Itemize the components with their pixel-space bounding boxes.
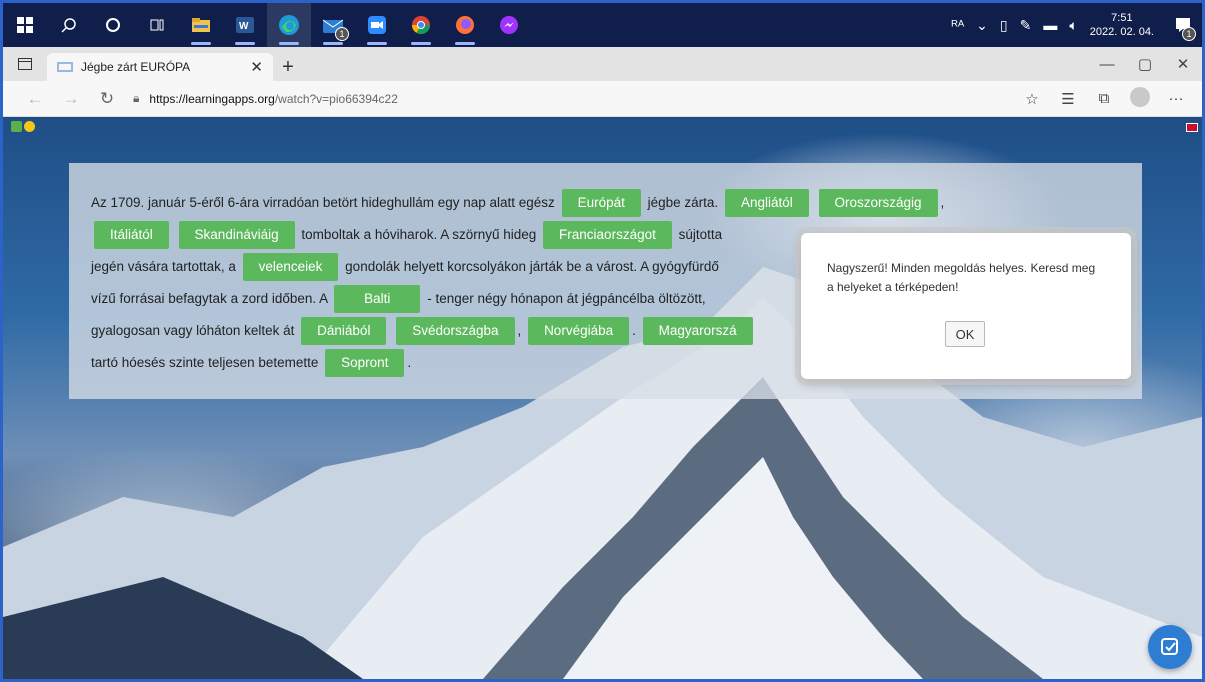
exercise-text: ,: [940, 195, 945, 210]
notifications-icon[interactable]: 1: [1164, 3, 1202, 47]
answer-chip[interactable]: Dániából: [301, 317, 387, 346]
profile-icon[interactable]: [1122, 86, 1158, 111]
volume-icon[interactable]: 🔈︎: [1069, 17, 1077, 34]
more-icon[interactable]: ···: [1158, 90, 1194, 107]
app-info-icon[interactable]: [11, 121, 22, 132]
dialog-message: Nagyszerű! Minden megoldás helyes. Keres…: [827, 261, 1096, 294]
url-path: /watch?v=pio66394c22: [274, 91, 398, 106]
zoom-icon[interactable]: [355, 3, 399, 47]
word-icon[interactable]: W: [223, 3, 267, 47]
firefox-icon[interactable]: [443, 3, 487, 47]
answer-chip[interactable]: Skandináviáig: [178, 221, 295, 250]
start-icon[interactable]: [3, 3, 47, 47]
tab-actions-icon[interactable]: [3, 47, 47, 81]
wifi-icon[interactable]: ▬: [1043, 17, 1057, 33]
hint-bulb-icon[interactable]: [24, 121, 35, 132]
windows-taskbar: W 1 ᴿᴬ ⌄ ▯ ✎ ▬ 🔈︎ 7:51 2022. 02. 04. 1: [3, 3, 1202, 47]
ok-button[interactable]: OK: [945, 321, 985, 347]
edge-icon[interactable]: [267, 3, 311, 47]
learningapps-page: Az 1709. január 5-éről 6-ára virradóan b…: [3, 117, 1202, 679]
clock[interactable]: 7:51 2022. 02. 04.: [1090, 11, 1154, 39]
clock-time: 7:51: [1111, 12, 1133, 24]
window-controls: — ▢ ✕: [1088, 47, 1202, 81]
answer-chip[interactable]: Balti: [334, 285, 421, 314]
file-explorer-icon[interactable]: [179, 3, 223, 47]
exercise-text: - tenger négy hónapon át jégpáncélba ölt…: [427, 291, 706, 306]
pen-icon[interactable]: ✎: [1020, 17, 1032, 34]
notification-badge: 1: [1182, 27, 1196, 41]
answer-chip[interactable]: velenceiek: [242, 253, 339, 282]
exercise-text: sújtotta: [678, 227, 723, 242]
messenger-icon[interactable]: [487, 3, 531, 47]
forward-icon[interactable]: →: [53, 89, 89, 109]
system-tray: ᴿᴬ ⌄ ▯ ✎ ▬ 🔈︎ 7:51 2022. 02. 04. 1: [946, 3, 1203, 47]
refresh-icon[interactable]: ↻: [89, 89, 125, 109]
answer-chip[interactable]: Franciaországot: [543, 221, 672, 250]
exercise-text: ,: [517, 323, 522, 338]
answer-chip[interactable]: Európát: [561, 189, 641, 218]
answer-chip[interactable]: Norvégiába: [528, 317, 630, 346]
collections-icon[interactable]: ⧉: [1086, 90, 1122, 107]
toolbar-right: ☆ ☰ ⧉ ···: [1014, 86, 1194, 111]
learningapps-favicon: [57, 62, 73, 72]
exercise-text: tartó hóesés szinte teljesen betemette: [91, 355, 319, 370]
new-tab-icon[interactable]: +: [273, 53, 303, 81]
favorite-star-icon[interactable]: ☆: [1014, 90, 1050, 108]
exercise-text: .: [407, 355, 412, 370]
exercise-text: jegén vására tartottak, a: [91, 259, 236, 274]
answer-chip[interactable]: Magyarorszá: [642, 317, 753, 346]
answer-chip[interactable]: Svédországba: [396, 317, 515, 346]
exercise-text: tomboltak a hóviharok. A szörnyű hideg: [301, 227, 537, 242]
chrome-icon[interactable]: [399, 3, 443, 47]
exercise-text: jégbe zárta.: [647, 195, 719, 210]
success-dialog: Nagyszerű! Minden megoldás helyes. Keres…: [801, 233, 1131, 379]
exercise-text: vízű forrásai befagytak a zord időben. A: [91, 291, 328, 306]
svg-text:W: W: [239, 21, 249, 32]
address-bar: ← → ↻ 🔒︎ https://learningapps.org/watch?…: [3, 81, 1202, 117]
check-answer-button[interactable]: [1148, 625, 1192, 669]
cortana-icon[interactable]: [91, 3, 135, 47]
mail-badge: 1: [335, 27, 349, 41]
app-corner-icons: [11, 121, 35, 132]
people-icon[interactable]: ᴿᴬ: [952, 17, 965, 33]
back-icon[interactable]: ←: [17, 89, 53, 109]
minimize-icon[interactable]: —: [1088, 56, 1126, 73]
answer-chip[interactable]: Sopront: [325, 349, 405, 378]
battery-icon[interactable]: ▯: [1000, 17, 1008, 34]
tab-close-icon[interactable]: ✕: [250, 58, 263, 76]
task-view-icon[interactable]: [135, 3, 179, 47]
search-icon[interactable]: [47, 3, 91, 47]
browser-tab-bar: Jégbe zárt EURÓPA ✕ + — ▢ ✕: [3, 47, 1202, 81]
screen-frame: W 1 ᴿᴬ ⌄ ▯ ✎ ▬ 🔈︎ 7:51 2022. 02. 04. 1 J…: [0, 0, 1205, 682]
fullscreen-icon[interactable]: [1186, 123, 1198, 132]
url-field[interactable]: 🔒︎ https://learningapps.org/watch?v=pio6…: [133, 91, 1014, 106]
answer-chip[interactable]: Oroszországig: [818, 189, 938, 218]
close-window-icon[interactable]: ✕: [1164, 55, 1202, 73]
url-domain: https://learningapps.org: [149, 91, 275, 106]
lock-icon[interactable]: 🔒︎: [133, 91, 139, 106]
answer-chip[interactable]: Itáliától: [94, 221, 169, 250]
exercise-text: gyalogosan vagy lóháton keltek át: [91, 323, 295, 338]
answer-chip[interactable]: Angliától: [724, 189, 809, 218]
mail-icon[interactable]: 1: [311, 3, 355, 47]
tab-active[interactable]: Jégbe zárt EURÓPA ✕: [47, 53, 273, 81]
exercise-text: .: [632, 323, 636, 338]
maximize-icon[interactable]: ▢: [1126, 55, 1164, 73]
tab-title: Jégbe zárt EURÓPA: [81, 60, 191, 74]
chevron-up-icon[interactable]: ⌄: [976, 17, 988, 34]
check-icon: [1161, 638, 1178, 655]
exercise-text: Az 1709. január 5-éről 6-ára virradóan b…: [91, 195, 555, 210]
exercise-text: gondolák helyett korcsolyákon járták be …: [345, 259, 719, 274]
clock-date: 2022. 02. 04.: [1089, 26, 1154, 38]
favorites-icon[interactable]: ☰: [1050, 90, 1086, 108]
